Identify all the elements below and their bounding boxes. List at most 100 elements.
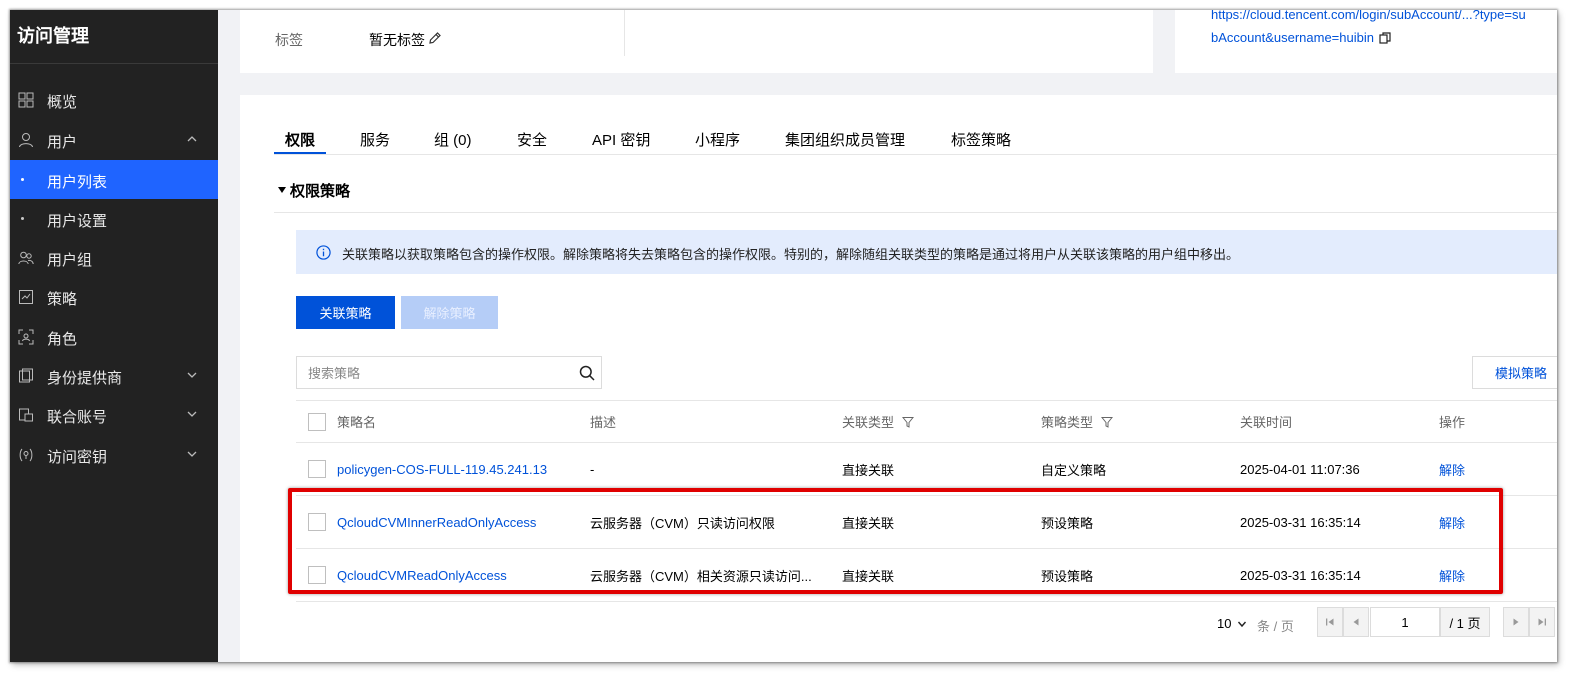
policy-description: - xyxy=(590,461,595,477)
divider xyxy=(624,10,625,56)
tab-api-keys[interactable]: API 密钥 xyxy=(592,129,650,150)
tab-security[interactable]: 安全 xyxy=(517,129,547,150)
copy-icon[interactable] xyxy=(1379,32,1391,44)
prev-page-icon xyxy=(1353,618,1359,626)
filter-icon[interactable] xyxy=(902,416,915,428)
tab-group-org-members[interactable]: 集团组织成员管理 xyxy=(785,129,905,150)
tab-services[interactable]: 服务 xyxy=(360,129,390,150)
sidebar-item-users[interactable]: 用户 xyxy=(10,120,218,159)
sidebar-item-user-settings[interactable]: 用户设置 xyxy=(10,199,218,238)
sidebar-item-federated-accounts[interactable]: 联合账号 xyxy=(10,395,218,434)
first-page-button[interactable] xyxy=(1317,607,1343,637)
caret-down-icon[interactable] xyxy=(278,187,286,193)
login-url-line2[interactable]: bAccount&username=huibin xyxy=(1211,30,1374,45)
detach-link[interactable]: 解除 xyxy=(1439,549,1465,601)
policy-name-link[interactable]: policygen-COS-FULL-119.45.241.13 xyxy=(337,443,547,495)
col-association-type-header: 关联类型 xyxy=(842,401,915,442)
sidebar-item-access-keys[interactable]: 访问密钥 xyxy=(10,435,218,474)
detach-link[interactable]: 解除 xyxy=(1439,496,1465,548)
col-description: 描述 xyxy=(590,415,617,430)
user-group-icon xyxy=(18,251,34,265)
sidebar-item-label: 用户组 xyxy=(47,252,93,269)
search-box xyxy=(296,356,602,389)
col-policy-type: 策略类型 xyxy=(1041,415,1094,430)
simulate-policy-button[interactable]: 模拟策略 xyxy=(1472,356,1557,389)
tag-label: 标签 xyxy=(275,32,303,48)
row-checkbox[interactable] xyxy=(308,566,326,584)
select-all-checkbox[interactable] xyxy=(308,413,326,431)
federated-account-icon xyxy=(19,408,33,422)
bullet-icon xyxy=(21,217,24,220)
search-input[interactable] xyxy=(308,363,558,383)
sidebar-item-user-groups[interactable]: 用户组 xyxy=(10,238,218,277)
page-size-value[interactable]: 10 xyxy=(1217,616,1231,631)
current-page-input[interactable] xyxy=(1370,607,1440,637)
notice-text: 关联策略以获取策略包含的操作权限。解除策略将失去策略包含的操作权限。特别的，解除… xyxy=(342,247,1240,262)
active-tab-indicator xyxy=(274,152,326,154)
permissions-card: 权限 服务 组 (0) 安全 API 密钥 小程序 集团组织成员管理 标签策略 … xyxy=(240,95,1557,662)
policy-description: 云服务器（CVM）相关资源只读访问... xyxy=(590,568,812,584)
detach-policy-button: 解除策略 xyxy=(401,296,498,329)
access-key-icon xyxy=(19,448,33,462)
login-url-line1[interactable]: https://cloud.tencent.com/login/subAccou… xyxy=(1211,10,1526,22)
dashboard-icon xyxy=(18,92,34,108)
sidebar-item-label: 身份提供商 xyxy=(47,370,123,387)
sidebar-item-policies[interactable]: 策略 xyxy=(10,277,218,316)
attach-policy-button[interactable]: 关联策略 xyxy=(296,296,395,329)
tab-permissions[interactable]: 权限 xyxy=(285,129,315,150)
total-pages: / 1 页 xyxy=(1440,607,1490,637)
section-divider xyxy=(274,212,1557,213)
last-page-button[interactable] xyxy=(1529,607,1555,637)
next-page-icon xyxy=(1513,618,1519,626)
tab-bar: 权限 服务 组 (0) 安全 API 密钥 小程序 集团组织成员管理 标签策略 xyxy=(274,121,1557,155)
sidebar-item-identity-providers[interactable]: 身份提供商 xyxy=(10,356,218,395)
chevron-down-icon[interactable] xyxy=(1237,619,1247,629)
chevron-up-icon xyxy=(187,136,197,142)
tab-groups[interactable]: 组 (0) xyxy=(434,129,472,150)
sidebar-item-label: 用户列表 xyxy=(47,174,108,191)
search-icon[interactable] xyxy=(579,365,595,381)
association-time: 2025-03-31 16:35:14 xyxy=(1240,514,1361,530)
chevron-down-icon xyxy=(187,411,197,417)
policy-description: 云服务器（CVM）只读访问权限 xyxy=(590,515,775,531)
section-title[interactable]: 权限策略 xyxy=(290,180,350,201)
login-link-card: https://cloud.tencent.com/login/subAccou… xyxy=(1175,10,1557,73)
policy-name-link[interactable]: QcloudCVMInnerReadOnlyAccess xyxy=(337,496,536,548)
row-checkbox[interactable] xyxy=(308,513,326,531)
bullet-icon xyxy=(21,178,24,181)
sidebar-item-overview[interactable]: 概览 xyxy=(10,80,218,119)
user-info-card: 标签 暂无标签 xyxy=(240,10,1153,73)
association-type: 直接关联 xyxy=(842,515,895,531)
sidebar-item-user-list[interactable]: 用户列表 xyxy=(10,160,218,199)
tab-tag-policies[interactable]: 标签策略 xyxy=(951,129,1011,150)
app-window: 访问管理 概览 用户 用户列表 用户设置 用户组 策略 角色 身份提供商 联合账… xyxy=(10,10,1557,662)
association-type: 直接关联 xyxy=(842,462,895,478)
row-checkbox[interactable] xyxy=(308,460,326,478)
edit-icon[interactable] xyxy=(428,31,442,45)
user-icon xyxy=(19,133,33,148)
next-page-button[interactable] xyxy=(1503,607,1529,637)
col-association-type: 关联类型 xyxy=(842,415,895,430)
policy-name-link[interactable]: QcloudCVMReadOnlyAccess xyxy=(337,549,507,601)
prev-page-button[interactable] xyxy=(1343,607,1369,637)
sidebar-item-label: 角色 xyxy=(47,331,78,348)
tab-mini-programs[interactable]: 小程序 xyxy=(695,129,740,150)
sidebar-item-label: 用户 xyxy=(47,134,78,151)
per-page-label: 条 / 页 xyxy=(1257,619,1294,634)
policy-icon xyxy=(19,290,33,304)
col-policy-name: 策略名 xyxy=(337,415,377,430)
policy-type: 自定义策略 xyxy=(1041,462,1107,478)
filter-icon[interactable] xyxy=(1101,416,1114,428)
table-row: QcloudCVMInnerReadOnlyAccess 云服务器（CVM）只读… xyxy=(296,496,1557,549)
info-icon xyxy=(316,245,331,260)
sidebar: 访问管理 概览 用户 用户列表 用户设置 用户组 策略 角色 身份提供商 联合账… xyxy=(10,10,218,662)
identity-provider-icon xyxy=(19,368,33,383)
sidebar-item-label: 用户设置 xyxy=(47,213,108,230)
association-time: 2025-03-31 16:35:14 xyxy=(1240,567,1361,583)
sidebar-title: 访问管理 xyxy=(17,26,89,46)
sidebar-item-roles[interactable]: 角色 xyxy=(10,317,218,356)
sidebar-item-label: 策略 xyxy=(47,291,78,308)
detach-link[interactable]: 解除 xyxy=(1439,443,1465,495)
table-row: QcloudCVMReadOnlyAccess 云服务器（CVM）相关资源只读访… xyxy=(296,549,1557,602)
col-policy-type-header: 策略类型 xyxy=(1041,401,1114,442)
